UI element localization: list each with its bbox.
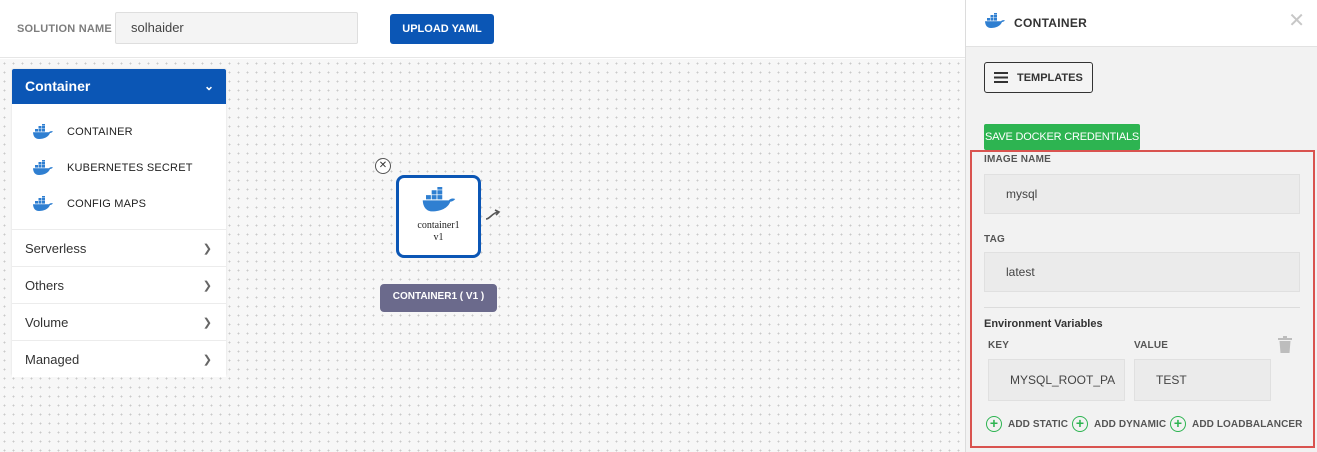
save-docker-credentials-button[interactable]: SAVE DOCKER CREDENTIALS (984, 124, 1140, 150)
image-name-label: IMAGE NAME (984, 154, 1051, 165)
accordion-header-others[interactable]: Others ❯ (12, 266, 226, 303)
node-label-badge: CONTAINER1 ( V1 ) (380, 284, 497, 312)
chevron-right-icon: ❯ (202, 279, 212, 292)
docker-icon (422, 185, 455, 212)
add-static-button[interactable]: + ADD STATIC (986, 416, 1068, 432)
docker-icon (33, 124, 53, 139)
accordion-header-label: Container (25, 78, 91, 94)
properties-title: CONTAINER (1014, 16, 1088, 30)
add-static-label: ADD STATIC (1008, 418, 1069, 430)
node-version: v1 (433, 232, 444, 243)
divider (984, 307, 1300, 308)
docker-icon (985, 13, 1005, 28)
palette-item-container[interactable]: CONTAINER (12, 114, 226, 150)
accordion-header-managed[interactable]: Managed ❯ (12, 340, 226, 377)
palette-item-config-maps[interactable]: CONFIG MAPS (12, 186, 226, 222)
properties-header: CONTAINER ✕ (966, 0, 1317, 47)
templates-label: TEMPLATES (1017, 71, 1083, 84)
docker-icon (33, 160, 53, 175)
plus-circle-icon: + (1072, 416, 1088, 432)
accordion-body-container: CONTAINER KUBERNETES SECRET CONFIG MAPS (12, 104, 226, 229)
palette-item-label: CONFIG MAPS (67, 198, 147, 210)
solution-name-label: SOLUTION NAME (17, 23, 112, 35)
top-bar: SOLUTION NAME solhaider UPLOAD YAML (0, 0, 965, 58)
add-loadbalancer-label: ADD LOADBALANCER (1192, 418, 1303, 430)
environment-variables-label: Environment Variables (984, 318, 1103, 330)
palette-item-label: KUBERNETES SECRET (67, 162, 193, 174)
tag-input[interactable]: latest (984, 252, 1300, 292)
env-value-input[interactable]: TEST (1134, 359, 1271, 401)
node-remove-icon[interactable]: ✕ (375, 158, 391, 174)
properties-panel: CONTAINER ✕ TEMPLATES SAVE DOCKER CREDEN… (965, 0, 1317, 452)
component-palette: Container ⌄ CONTAINER KUBERNETES SECRET (12, 69, 226, 377)
chevron-right-icon: ❯ (202, 316, 212, 329)
container-node[interactable]: container1 v1 (396, 175, 481, 258)
accordion-header-label: Managed (25, 351, 80, 367)
plus-circle-icon: + (1170, 416, 1186, 432)
docker-icon (33, 196, 53, 211)
chevron-down-icon: ⌄ (203, 79, 214, 93)
add-loadbalancer-button[interactable]: + ADD LOADBALANCER (1170, 416, 1302, 432)
upload-yaml-button[interactable]: UPLOAD YAML (390, 14, 494, 44)
close-icon[interactable]: ✕ (1288, 11, 1305, 31)
env-key-label: KEY (988, 340, 1010, 351)
accordion-header-label: Volume (25, 314, 69, 330)
palette-item-label: CONTAINER (67, 126, 133, 138)
env-value-label: VALUE (1134, 340, 1169, 351)
accordion-header-container[interactable]: Container ⌄ (12, 69, 226, 104)
accordion-header-serverless[interactable]: Serverless ❯ (12, 229, 226, 266)
accordion-header-label: Others (25, 277, 65, 293)
tag-label: TAG (984, 234, 1005, 245)
node-name: container1 (417, 220, 460, 231)
accordion-header-label: Serverless (25, 240, 87, 256)
add-dynamic-button[interactable]: + ADD DYNAMIC (1072, 416, 1166, 432)
chevron-right-icon: ❯ (202, 242, 212, 255)
add-dynamic-label: ADD DYNAMIC (1094, 418, 1167, 430)
image-name-input[interactable]: mysql (984, 174, 1300, 214)
env-key-input[interactable]: MYSQL_ROOT_PA (988, 359, 1125, 401)
palette-item-kubernetes-secret[interactable]: KUBERNETES SECRET (12, 150, 226, 186)
plus-circle-icon: + (986, 416, 1002, 432)
menu-icon (994, 72, 1008, 83)
connector-handle-icon[interactable] (485, 209, 501, 221)
templates-button[interactable]: TEMPLATES (984, 62, 1093, 93)
trash-icon[interactable] (1278, 336, 1292, 353)
solution-name-input[interactable]: solhaider (115, 12, 358, 44)
accordion-header-volume[interactable]: Volume ❯ (12, 303, 226, 340)
chevron-right-icon: ❯ (202, 353, 212, 366)
